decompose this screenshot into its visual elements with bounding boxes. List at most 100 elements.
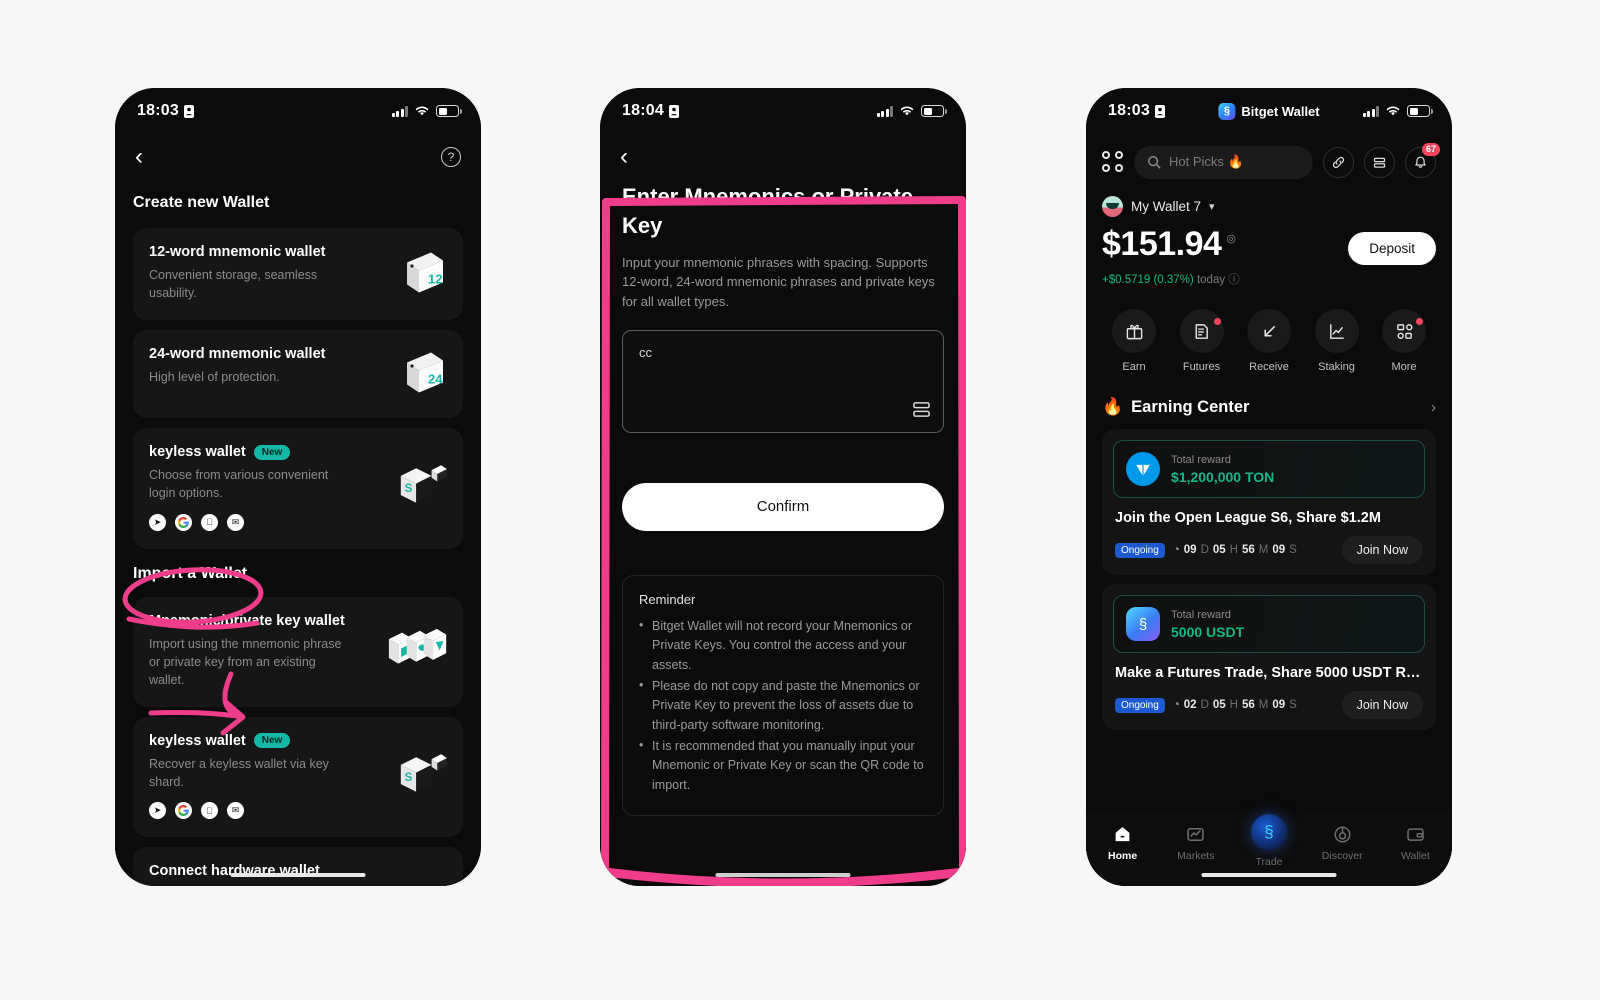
back-button[interactable]: ‹: [135, 145, 143, 169]
page-subtitle: Input your mnemonic phrases with spacing…: [622, 254, 935, 310]
option-keyless-wallet-create[interactable]: keyless wallet New Choose from various c…: [133, 428, 463, 549]
search-icon: [1148, 156, 1161, 169]
quick-action-staking[interactable]: Staking: [1307, 309, 1367, 373]
eye-icon[interactable]: ◎: [1226, 232, 1236, 245]
link-icon[interactable]: [1323, 146, 1354, 178]
deposit-button[interactable]: Deposit: [1348, 232, 1436, 265]
telegram-icon[interactable]: ➤: [149, 513, 166, 531]
status-badge: Ongoing: [1115, 697, 1165, 713]
countdown-number: 09: [1183, 544, 1197, 556]
mnemonic-input-value: cc: [639, 344, 652, 360]
tab-label: Wallet: [1401, 850, 1430, 862]
option-connect-hardware-wallet[interactable]: Connect hardware wallet: [133, 847, 463, 886]
page-title: Enter Mnemonics or Private Key: [622, 184, 913, 239]
arrow-down-left-icon: [1247, 309, 1291, 353]
help-circle-icon[interactable]: ?: [441, 147, 461, 167]
card-title: Mnemonic/private key wallet: [149, 612, 345, 629]
trade-icon: §: [1251, 814, 1287, 850]
earning-card[interactable]: Total reward $1,200,000 TON Join the Ope…: [1102, 429, 1436, 575]
countdown-unit: S: [1289, 544, 1297, 556]
info-icon[interactable]: ⓘ: [1228, 274, 1240, 286]
option-keyless-wallet-import[interactable]: keyless wallet New Recover a keyless wal…: [133, 716, 463, 838]
wifi-icon: [415, 106, 429, 116]
email-icon[interactable]: ✉: [227, 513, 244, 531]
svg-text:S: S: [405, 772, 413, 784]
chevron-right-icon[interactable]: ›: [1431, 399, 1436, 416]
apple-icon[interactable]: : [201, 513, 218, 531]
bitget-logo-icon: §: [1218, 102, 1236, 120]
new-badge: New: [253, 733, 291, 749]
telegram-icon[interactable]: ➤: [149, 802, 166, 820]
confirm-button[interactable]: Confirm: [622, 482, 944, 531]
status-time: 18:03: [137, 102, 179, 119]
countdown-unit: H: [1229, 699, 1238, 711]
apple-icon[interactable]: : [201, 802, 218, 820]
join-now-button[interactable]: Join Now: [1341, 536, 1423, 564]
status-indicators: [391, 105, 462, 117]
fire-icon: 🔥: [1102, 397, 1124, 416]
quick-action-more[interactable]: More: [1374, 309, 1434, 373]
email-icon[interactable]: ✉: [227, 802, 244, 820]
lock-icon: [183, 104, 194, 118]
countdown-unit: M: [1258, 544, 1269, 556]
tab-trade[interactable]: § Trade: [1232, 814, 1305, 868]
join-now-label: Join Now: [1356, 698, 1408, 712]
discover-icon: [1306, 822, 1379, 846]
home-indicator: [1201, 872, 1337, 877]
tab-markets[interactable]: Markets: [1159, 822, 1232, 862]
google-icon[interactable]: [175, 802, 192, 820]
earning-card[interactable]: § Total reward 5000 USDT Make a Futures …: [1102, 584, 1436, 730]
earning-card-reward: § Total reward 5000 USDT: [1113, 595, 1425, 653]
scan-icon[interactable]: [913, 401, 930, 421]
countdown-number: 09: [1272, 699, 1286, 711]
countdown-number: 56: [1241, 544, 1255, 556]
option-12-word-mnemonic[interactable]: 12-word mnemonic wallet Convenient stora…: [133, 228, 463, 321]
home-icon: [1086, 822, 1159, 846]
status-bar: 18:03 § Bitget Wallet: [1086, 88, 1452, 134]
grid-apps-icon[interactable]: [1102, 151, 1124, 173]
earning-center-title: Earning Center: [1131, 397, 1250, 416]
join-now-button[interactable]: Join Now: [1341, 691, 1423, 719]
quick-action-label: Staking: [1318, 361, 1355, 373]
tab-wallet[interactable]: Wallet: [1379, 822, 1452, 862]
back-button[interactable]: ‹: [620, 145, 628, 169]
svg-text:12: 12: [428, 272, 442, 287]
bell-icon[interactable]: 67: [1405, 142, 1440, 178]
list-icon[interactable]: [1364, 146, 1395, 178]
mnemonic-input[interactable]: cc: [622, 329, 944, 433]
battery-icon: [436, 105, 462, 117]
earning-center-header[interactable]: 🔥 Earning Center ›: [1102, 397, 1436, 417]
quick-action-earn[interactable]: Earn: [1104, 309, 1164, 373]
chevron-down-icon[interactable]: ▾: [1209, 200, 1215, 213]
option-mnemonic-private-key-wallet[interactable]: Mnemonic/private key wallet Import using…: [133, 596, 463, 707]
home-indicator: [715, 872, 851, 877]
top-toolbar: Hot Picks 🔥 67: [1102, 138, 1440, 186]
card-title: 24-word mnemonic wallet: [149, 346, 326, 363]
grid-more-icon: [1382, 309, 1426, 353]
tab-label: Discover: [1321, 850, 1363, 862]
home-indicator: [230, 872, 366, 877]
confirm-button-label: Confirm: [756, 498, 810, 516]
wallet-selector[interactable]: My Wallet 7 ▾: [1102, 196, 1436, 217]
markets-icon: [1159, 822, 1232, 846]
reminder-list: Bitget Wallet will not record your Mnemo…: [639, 616, 927, 795]
google-icon[interactable]: [175, 513, 192, 531]
card-desc: Convenient storage, seamless usability.: [149, 268, 318, 301]
quick-action-receive[interactable]: Receive: [1239, 309, 1299, 373]
quick-action-futures[interactable]: Futures: [1172, 309, 1232, 373]
balance-change-period: today: [1196, 274, 1226, 286]
tab-discover[interactable]: Discover: [1306, 822, 1379, 862]
option-24-word-mnemonic[interactable]: 24-word mnemonic wallet High level of pr…: [133, 330, 463, 419]
gift-icon: [1112, 309, 1156, 353]
notification-badge: 67: [1421, 142, 1440, 156]
tab-home[interactable]: Home: [1086, 822, 1159, 862]
svg-text:S: S: [405, 484, 413, 496]
countdown-unit: M: [1258, 699, 1269, 711]
reminder-panel: Reminder Bitget Wallet will not record y…: [622, 574, 944, 817]
bitget-icon: §: [1126, 607, 1160, 641]
app-brand: § Bitget Wallet: [1218, 102, 1320, 120]
countdown-number: 05: [1212, 699, 1226, 711]
search-input[interactable]: Hot Picks 🔥: [1134, 145, 1313, 179]
join-now-label: Join Now: [1356, 543, 1408, 557]
balance-row: $151.94 ◎ Deposit: [1102, 225, 1436, 265]
